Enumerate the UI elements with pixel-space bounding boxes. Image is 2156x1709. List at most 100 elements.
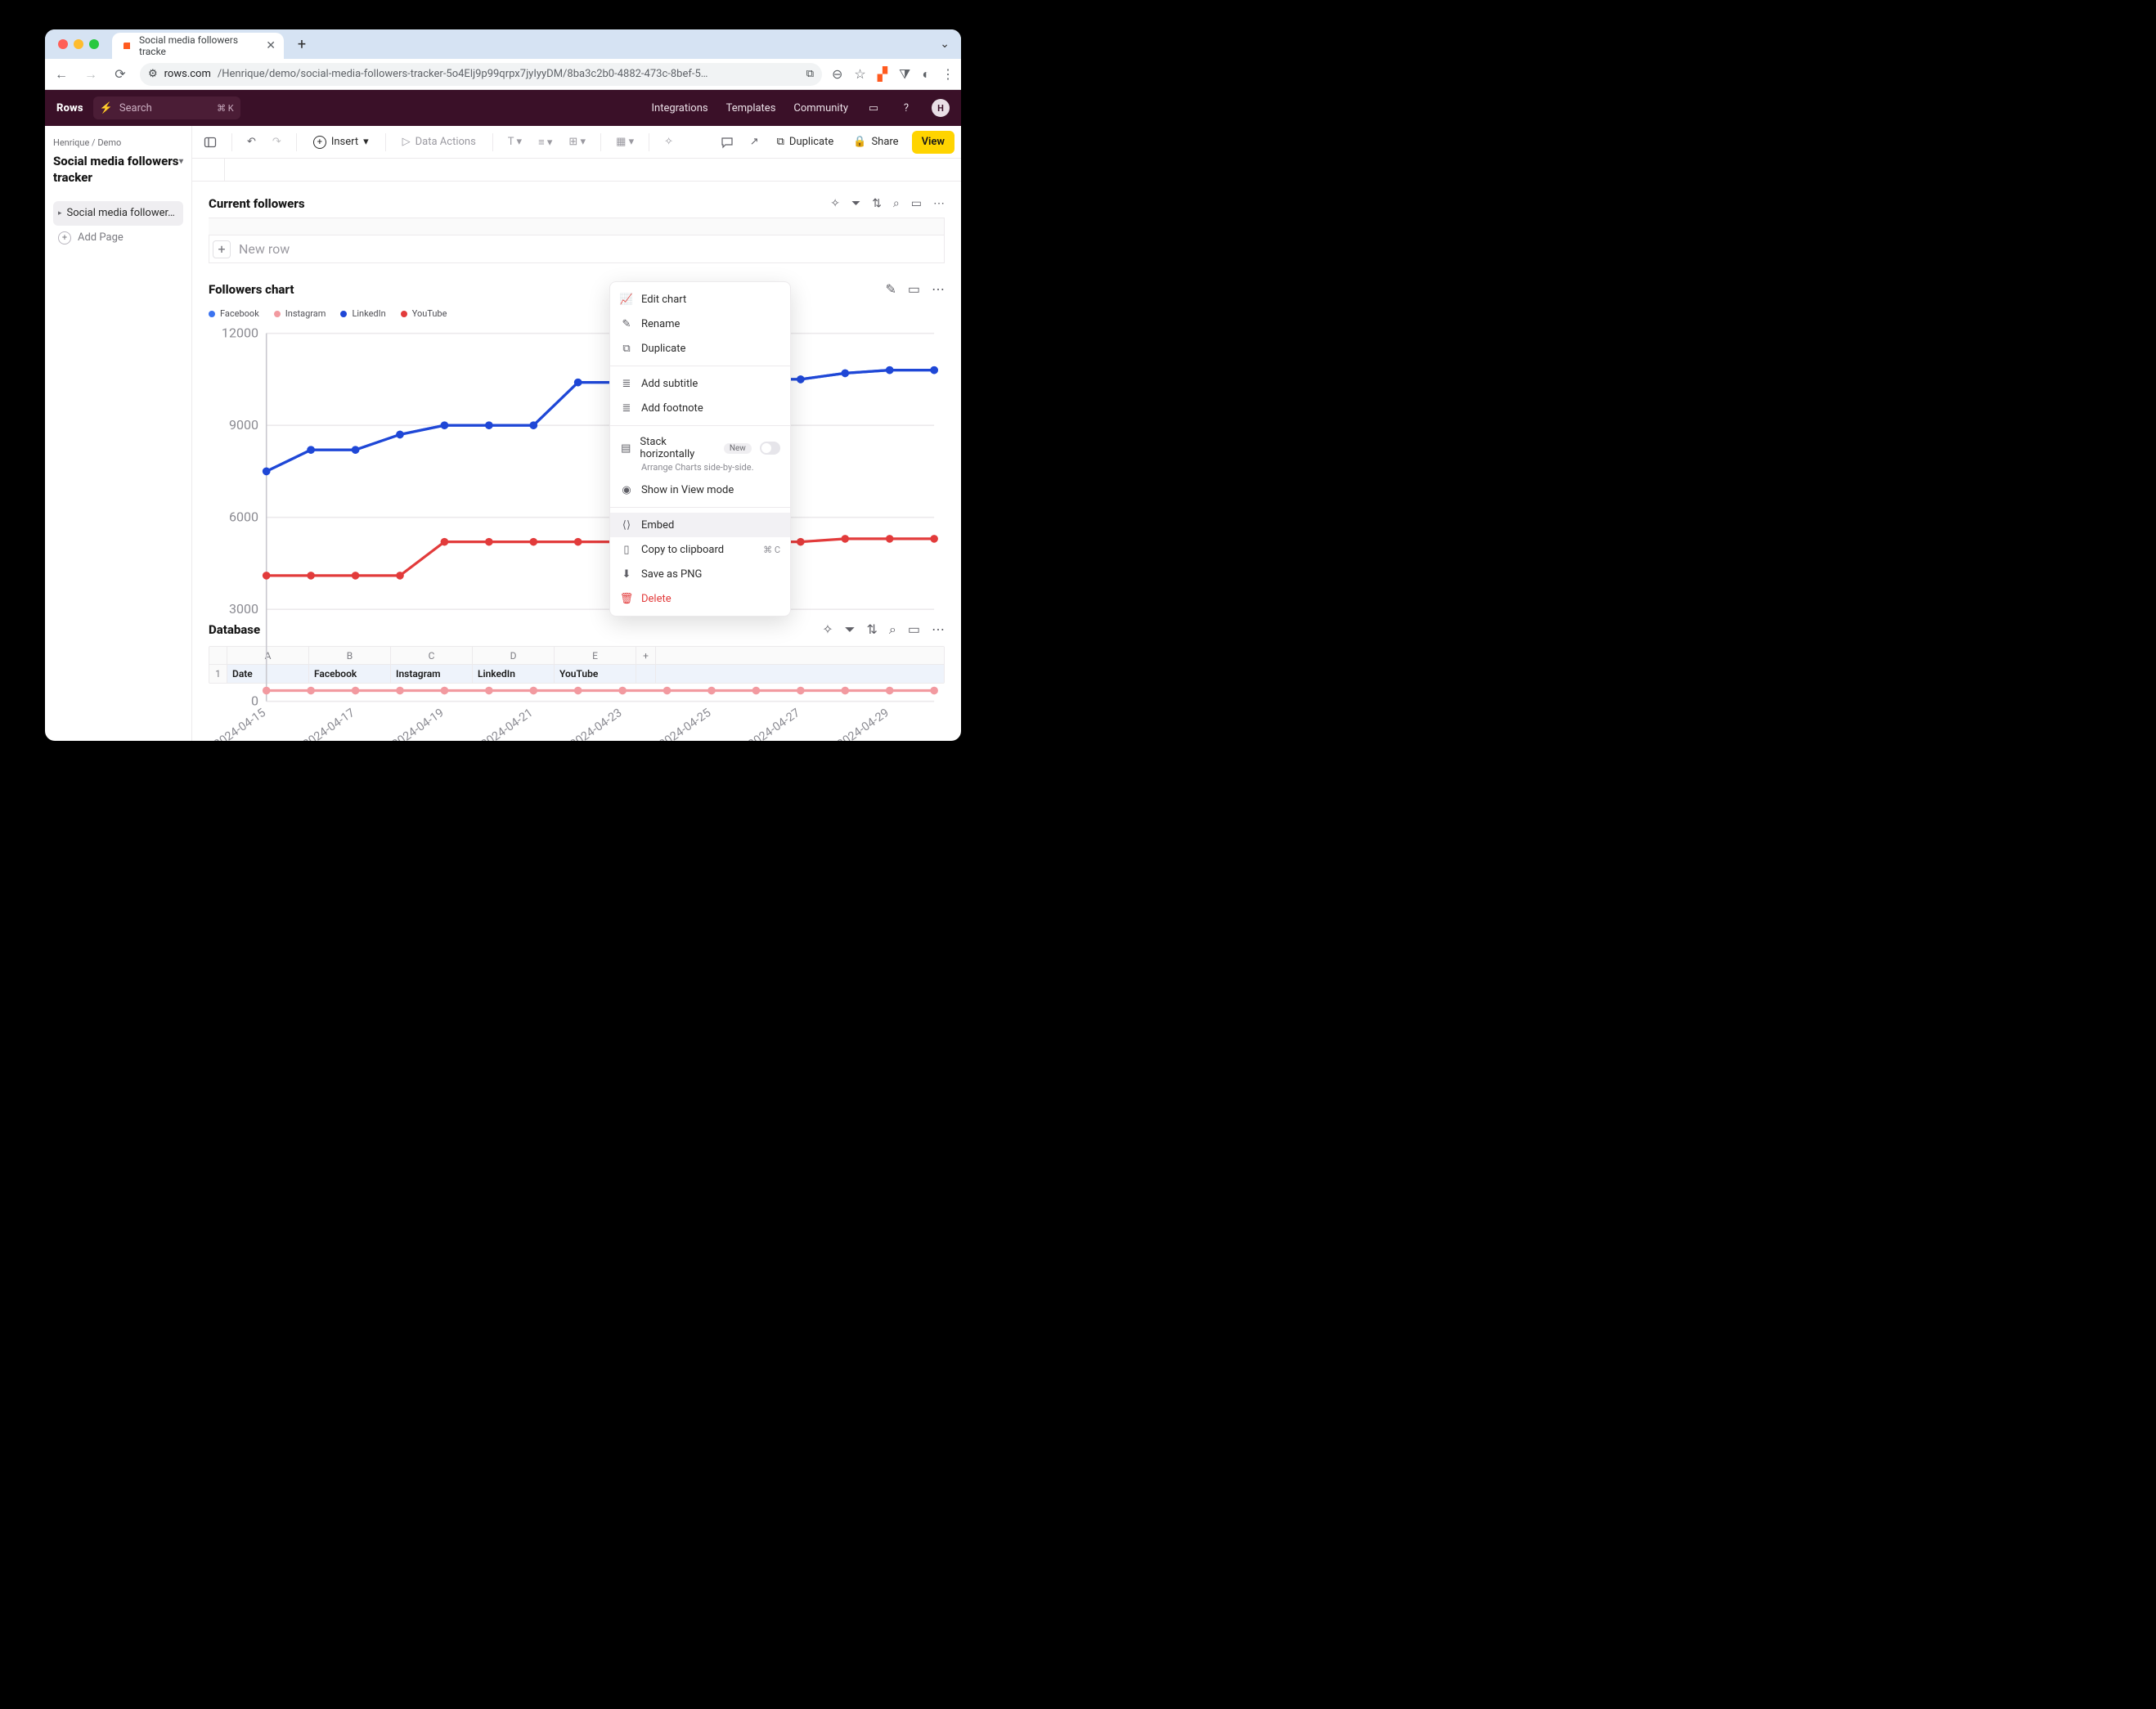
help-icon[interactable]: ?	[899, 101, 914, 115]
data-actions-label: Data Actions	[415, 136, 476, 148]
search-shortcut: ⌘ K	[217, 103, 234, 114]
window-close-icon[interactable]	[58, 39, 68, 49]
menu-add-subtitle[interactable]: ≣Add subtitle	[610, 371, 790, 396]
open-external-icon[interactable]: ⧉	[806, 68, 814, 80]
menu-delete[interactable]: 🗑Delete	[610, 586, 790, 611]
bolt-icon: ⚡	[100, 102, 113, 114]
crumb-folder[interactable]: Demo	[97, 137, 121, 148]
align-menu[interactable]: ≡ ▾	[533, 131, 557, 154]
scroll-content[interactable]: Current followers ✧ ⏷ ⇅ ⌕ ▭ ⋯ + N	[192, 159, 961, 741]
svg-text:3000: 3000	[229, 601, 258, 617]
section-chart: Followers chart ✎ ▭ ⋯ Facebook Instagram…	[192, 281, 961, 603]
svg-text:2024-04-21: 2024-04-21	[478, 706, 536, 741]
browser-urlbar: ← → ⟳ ⚙ rows.com/Henrique/demo/social-me…	[45, 59, 961, 90]
cell-menu[interactable]: ▦ ▾	[611, 131, 639, 154]
window-zoom-icon[interactable]	[89, 39, 99, 49]
formula-bar[interactable]	[192, 159, 961, 182]
favicon-icon	[120, 39, 133, 52]
url-host: rows.com	[164, 68, 211, 80]
wrap-menu[interactable]: ⊞ ▾	[564, 131, 591, 154]
search-input[interactable]: ⚡ Search ⌘ K	[93, 96, 240, 119]
edit-icon[interactable]: ✎	[885, 281, 896, 297]
show-view-toggle[interactable]	[757, 482, 780, 496]
menu-edit-chart[interactable]: 📈Edit chart	[610, 287, 790, 312]
menu-copy-clipboard[interactable]: ▯Copy to clipboard⌘ C	[610, 537, 790, 562]
svg-text:2024-04-17: 2024-04-17	[300, 706, 357, 741]
text-style-menu[interactable]: T ▾	[503, 131, 527, 154]
chevron-down-icon: ▾	[363, 136, 369, 148]
tab-close-icon[interactable]: ✕	[266, 39, 276, 52]
sparkle-icon[interactable]: ✧	[830, 197, 840, 210]
brand-logo[interactable]: Rows	[56, 102, 83, 114]
extensions-icon[interactable]: ⧩	[899, 66, 910, 83]
menu-rename[interactable]: ✎Rename	[610, 312, 790, 336]
legend-linkedin[interactable]: LinkedIn	[340, 308, 385, 319]
app-header: Rows ⚡ Search ⌘ K Integrations Templates…	[45, 90, 961, 126]
view-label: View	[922, 136, 945, 148]
bookmark-star-icon[interactable]: ☆	[854, 66, 865, 82]
filter-icon[interactable]: ⏷	[851, 197, 860, 210]
collapse-triangle-icon[interactable]: ▸	[58, 209, 62, 218]
browser-menu-icon[interactable]: ⋮	[941, 66, 954, 82]
more-icon[interactable]: ⋯	[933, 197, 945, 210]
extension-rows-icon[interactable]: ▞	[878, 66, 887, 82]
nav-templates[interactable]: Templates	[726, 102, 776, 114]
undo-icon[interactable]: ↶	[242, 131, 261, 154]
panel-toggle-icon[interactable]	[199, 131, 222, 154]
zoom-out-icon[interactable]: ⊖	[832, 66, 842, 82]
legend-instagram[interactable]: Instagram	[274, 308, 326, 319]
tabs-chevron-icon[interactable]: ⌄	[940, 38, 954, 51]
new-row-button[interactable]: + New row	[209, 235, 945, 263]
more-icon[interactable]: ⋯	[932, 281, 945, 297]
gift-icon[interactable]: ▭	[866, 101, 881, 115]
comment-icon[interactable]: ▭	[908, 281, 920, 297]
nav-integrations[interactable]: Integrations	[651, 102, 707, 114]
section-actions: ✧ ⏷ ⇅ ⌕ ▭ ⋯	[830, 197, 945, 210]
sidebar-add-page[interactable]: + Add Page	[53, 226, 183, 250]
share-button[interactable]: 🔒 Share	[847, 131, 905, 154]
chart-svg: 0300060009000120002024-04-152024-04-1720…	[209, 325, 945, 741]
mini-grid-header[interactable]	[209, 218, 945, 235]
comment-icon[interactable]: ▭	[911, 197, 922, 210]
menu-stack-horizontally[interactable]: ▤ Stack horizontally New Arrange Charts …	[610, 431, 790, 478]
browser-tab[interactable]: Social media followers tracke ✕	[112, 33, 284, 59]
crumb-workspace[interactable]: Henrique	[53, 137, 89, 148]
new-tab-button[interactable]: +	[290, 36, 313, 53]
duplicate-label: Duplicate	[789, 136, 833, 148]
doc-title[interactable]: Social media followers tracker ▾	[53, 153, 183, 186]
subtitle-icon: ≣	[620, 378, 633, 390]
profile-avatar-icon[interactable]: ◐	[922, 66, 930, 83]
menu-embed[interactable]: ⟨⟩Embed	[610, 513, 790, 537]
reload-icon[interactable]: ⟳	[110, 66, 130, 82]
stack-toggle[interactable]	[760, 442, 780, 455]
redo-icon[interactable]: ↷	[267, 131, 286, 154]
trash-icon: 🗑	[620, 593, 633, 605]
window-minimize-icon[interactable]	[74, 39, 83, 49]
plus-icon: +	[213, 240, 231, 258]
url-path: /Henrique/demo/social-media-followers-tr…	[218, 68, 708, 80]
insert-menu[interactable]: + Insert ▾	[307, 131, 375, 154]
doc-caret-icon[interactable]: ▾	[179, 153, 183, 168]
legend-youtube[interactable]: YouTube	[401, 308, 447, 319]
menu-duplicate[interactable]: ⧉Duplicate	[610, 336, 790, 361]
menu-save-png[interactable]: ⬇Save as PNG	[610, 562, 790, 586]
add-page-label: Add Page	[78, 231, 124, 244]
site-settings-icon[interactable]: ⚙	[148, 68, 158, 80]
nav-community[interactable]: Community	[793, 102, 848, 114]
legend-facebook[interactable]: Facebook	[209, 308, 259, 319]
trend-icon[interactable]: ↗	[745, 131, 764, 154]
comment-icon[interactable]	[716, 131, 739, 154]
menu-add-footnote[interactable]: ≣Add footnote	[610, 396, 790, 420]
sort-icon[interactable]: ⇅	[872, 197, 882, 210]
data-actions-button[interactable]: ▷ Data Actions	[396, 131, 483, 154]
search-icon[interactable]: ⌕	[893, 197, 900, 210]
user-avatar[interactable]: H	[932, 99, 950, 117]
omnibox[interactable]: ⚙ rows.com/Henrique/demo/social-media-fo…	[140, 63, 822, 86]
wand-icon[interactable]: ✧	[659, 131, 678, 154]
view-button[interactable]: View	[912, 131, 954, 154]
menu-show-view-mode[interactable]: ◉Show in View mode	[610, 478, 790, 502]
forward-icon[interactable]: →	[81, 66, 101, 83]
sidebar-item-page[interactable]: ▸ Social media follower…	[53, 201, 183, 226]
back-icon[interactable]: ←	[52, 66, 71, 83]
duplicate-button[interactable]: ⧉ Duplicate	[770, 131, 841, 154]
